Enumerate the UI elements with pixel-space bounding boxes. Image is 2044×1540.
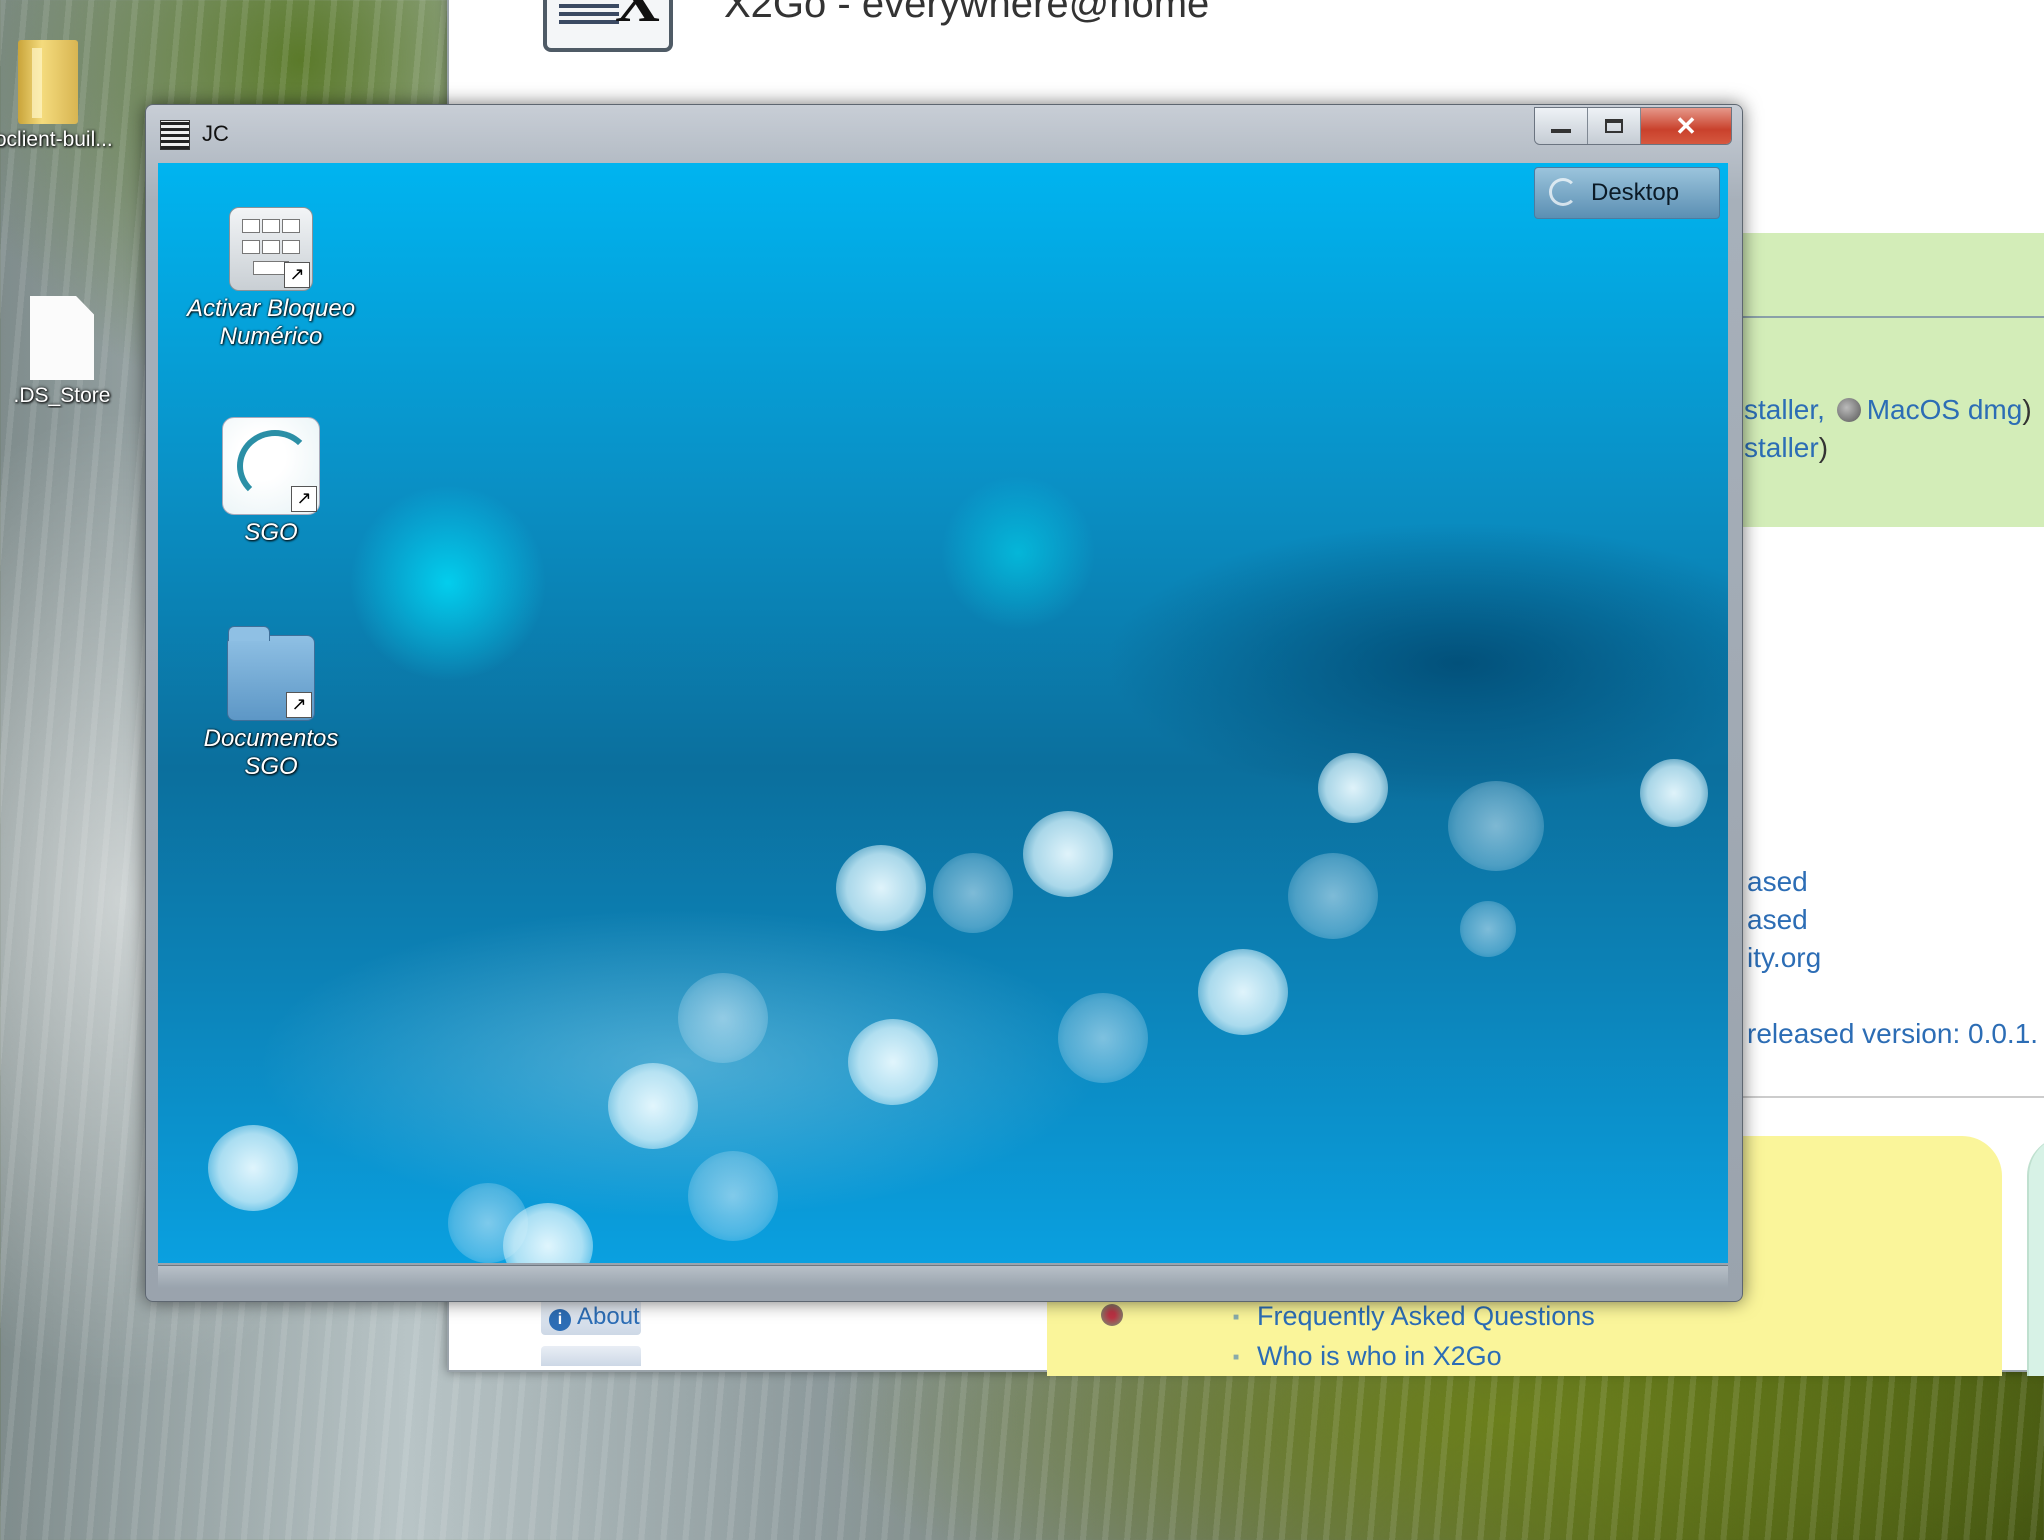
icon-label: Activar Bloqueo	[186, 295, 356, 322]
macos-dmg-link[interactable]: MacOS dmg	[1867, 394, 2023, 425]
globe-icon	[1836, 398, 1861, 422]
desktop-icon-label: .DS_Store	[13, 384, 111, 407]
icon-label: Documentos	[203, 725, 339, 752]
who-is-who-link[interactable]: Who is who in X2Go	[1233, 1337, 1595, 1377]
released-version-text[interactable]: released version: 0.0.1.	[1747, 1018, 2038, 1050]
close-button[interactable]: ✕	[1641, 108, 1731, 144]
desktop-icon-ds-store[interactable]: .DS_Store	[0, 296, 132, 408]
news-link-3[interactable]: ity.org	[1747, 942, 1821, 974]
icon-label: Numérico	[219, 323, 323, 350]
icon-label: SGO	[244, 519, 298, 546]
shortcut-arrow-icon: ↗	[291, 486, 317, 512]
badge-icon	[1101, 1304, 1123, 1326]
desktop-icon-goclient-build[interactable]: goclient-buil...	[0, 40, 118, 152]
wallpaper-bokeh	[1318, 753, 1388, 823]
wallpaper-bokeh	[933, 853, 1013, 933]
shortcut-arrow-icon: ↗	[284, 262, 310, 288]
shortcut-arrow-icon: ↗	[286, 692, 312, 718]
divider	[1729, 316, 2044, 318]
sgo-app-icon: ↗	[222, 417, 320, 515]
installer-link-1[interactable]: staller, MacOS dmg)	[1744, 394, 2032, 426]
paren: )	[1818, 432, 1829, 463]
shortcut-documentos-sgo[interactable]: ↗ Documentos SGO	[186, 626, 356, 781]
faq-list: Frequently Asked Questions Who is who in…	[1233, 1297, 1595, 1377]
desktop-button-label: Desktop	[1591, 179, 1680, 206]
wallpaper-bokeh	[678, 973, 768, 1063]
wallpaper-bokeh	[688, 1151, 778, 1241]
minimize-icon	[1551, 129, 1571, 133]
about-label: About	[577, 1303, 640, 1330]
wallpaper-bokeh	[1288, 853, 1378, 939]
folder-icon	[18, 40, 78, 124]
spinner-icon	[1549, 178, 1577, 206]
installer-link-text: staller	[1744, 432, 1819, 463]
side-panel	[2027, 1136, 2044, 1376]
maximize-icon	[1605, 119, 1623, 133]
divider	[1729, 1096, 2044, 1098]
nav-button[interactable]	[541, 1346, 641, 1366]
desktop-icon-label: goclient-buil...	[0, 128, 113, 151]
close-icon: ✕	[1675, 110, 1697, 141]
x2go-app-icon	[160, 120, 190, 150]
window-titlebar[interactable]: JC ✕	[146, 105, 1742, 161]
window-controls: ✕	[1534, 107, 1732, 145]
shortcut-activar-bloqueo-numerico[interactable]: ↗ Activar Bloqueo Numérico	[186, 207, 356, 351]
desktop-button[interactable]: Desktop	[1534, 167, 1720, 219]
wallpaper-bokeh	[608, 1063, 698, 1149]
wallpaper-bokeh	[1198, 949, 1288, 1035]
downloads-panel	[1729, 233, 2044, 527]
wallpaper-bokeh	[1058, 993, 1148, 1083]
wallpaper-bokeh	[1640, 759, 1708, 827]
faq-link[interactable]: Frequently Asked Questions	[1233, 1297, 1595, 1337]
wallpaper-bokeh	[208, 1125, 298, 1211]
remote-desktop-area[interactable]: Desktop ↗ Activar Bloqueo Numérico ↗ SGO…	[158, 163, 1728, 1263]
info-icon: i	[549, 1309, 571, 1331]
wallpaper-bokeh	[848, 1019, 938, 1105]
minimize-button[interactable]	[1535, 108, 1588, 144]
shortcut-sgo[interactable]: ↗ SGO	[186, 417, 356, 547]
site-title: X2Go - everywhere@home	[724, 0, 1210, 26]
installer-link-2[interactable]: staller)	[1744, 432, 1828, 464]
news-link-1[interactable]: ased	[1747, 866, 1808, 898]
x2go-logo	[543, 0, 673, 52]
wallpaper-bokeh	[836, 845, 926, 931]
paren: )	[2022, 394, 2032, 425]
icon-label: SGO	[244, 753, 298, 780]
wallpaper-bokeh	[1460, 901, 1516, 957]
wallpaper-bokeh	[1023, 811, 1113, 897]
folder-icon: ↗	[227, 626, 315, 721]
maximize-button[interactable]	[1588, 108, 1641, 144]
wallpaper-bokeh	[1448, 781, 1544, 871]
window-bottom-bar	[158, 1265, 1728, 1288]
keyboard-icon: ↗	[229, 207, 313, 291]
remote-session-window[interactable]: JC ✕ Desktop ↗ Activar Bloqueo Numérico …	[145, 104, 1743, 1302]
news-link-2[interactable]: ased	[1747, 904, 1808, 936]
installer-link-text: staller,	[1744, 394, 1825, 425]
file-icon	[30, 296, 94, 380]
window-title: JC	[202, 121, 229, 146]
about-button[interactable]: i About	[541, 1299, 641, 1335]
